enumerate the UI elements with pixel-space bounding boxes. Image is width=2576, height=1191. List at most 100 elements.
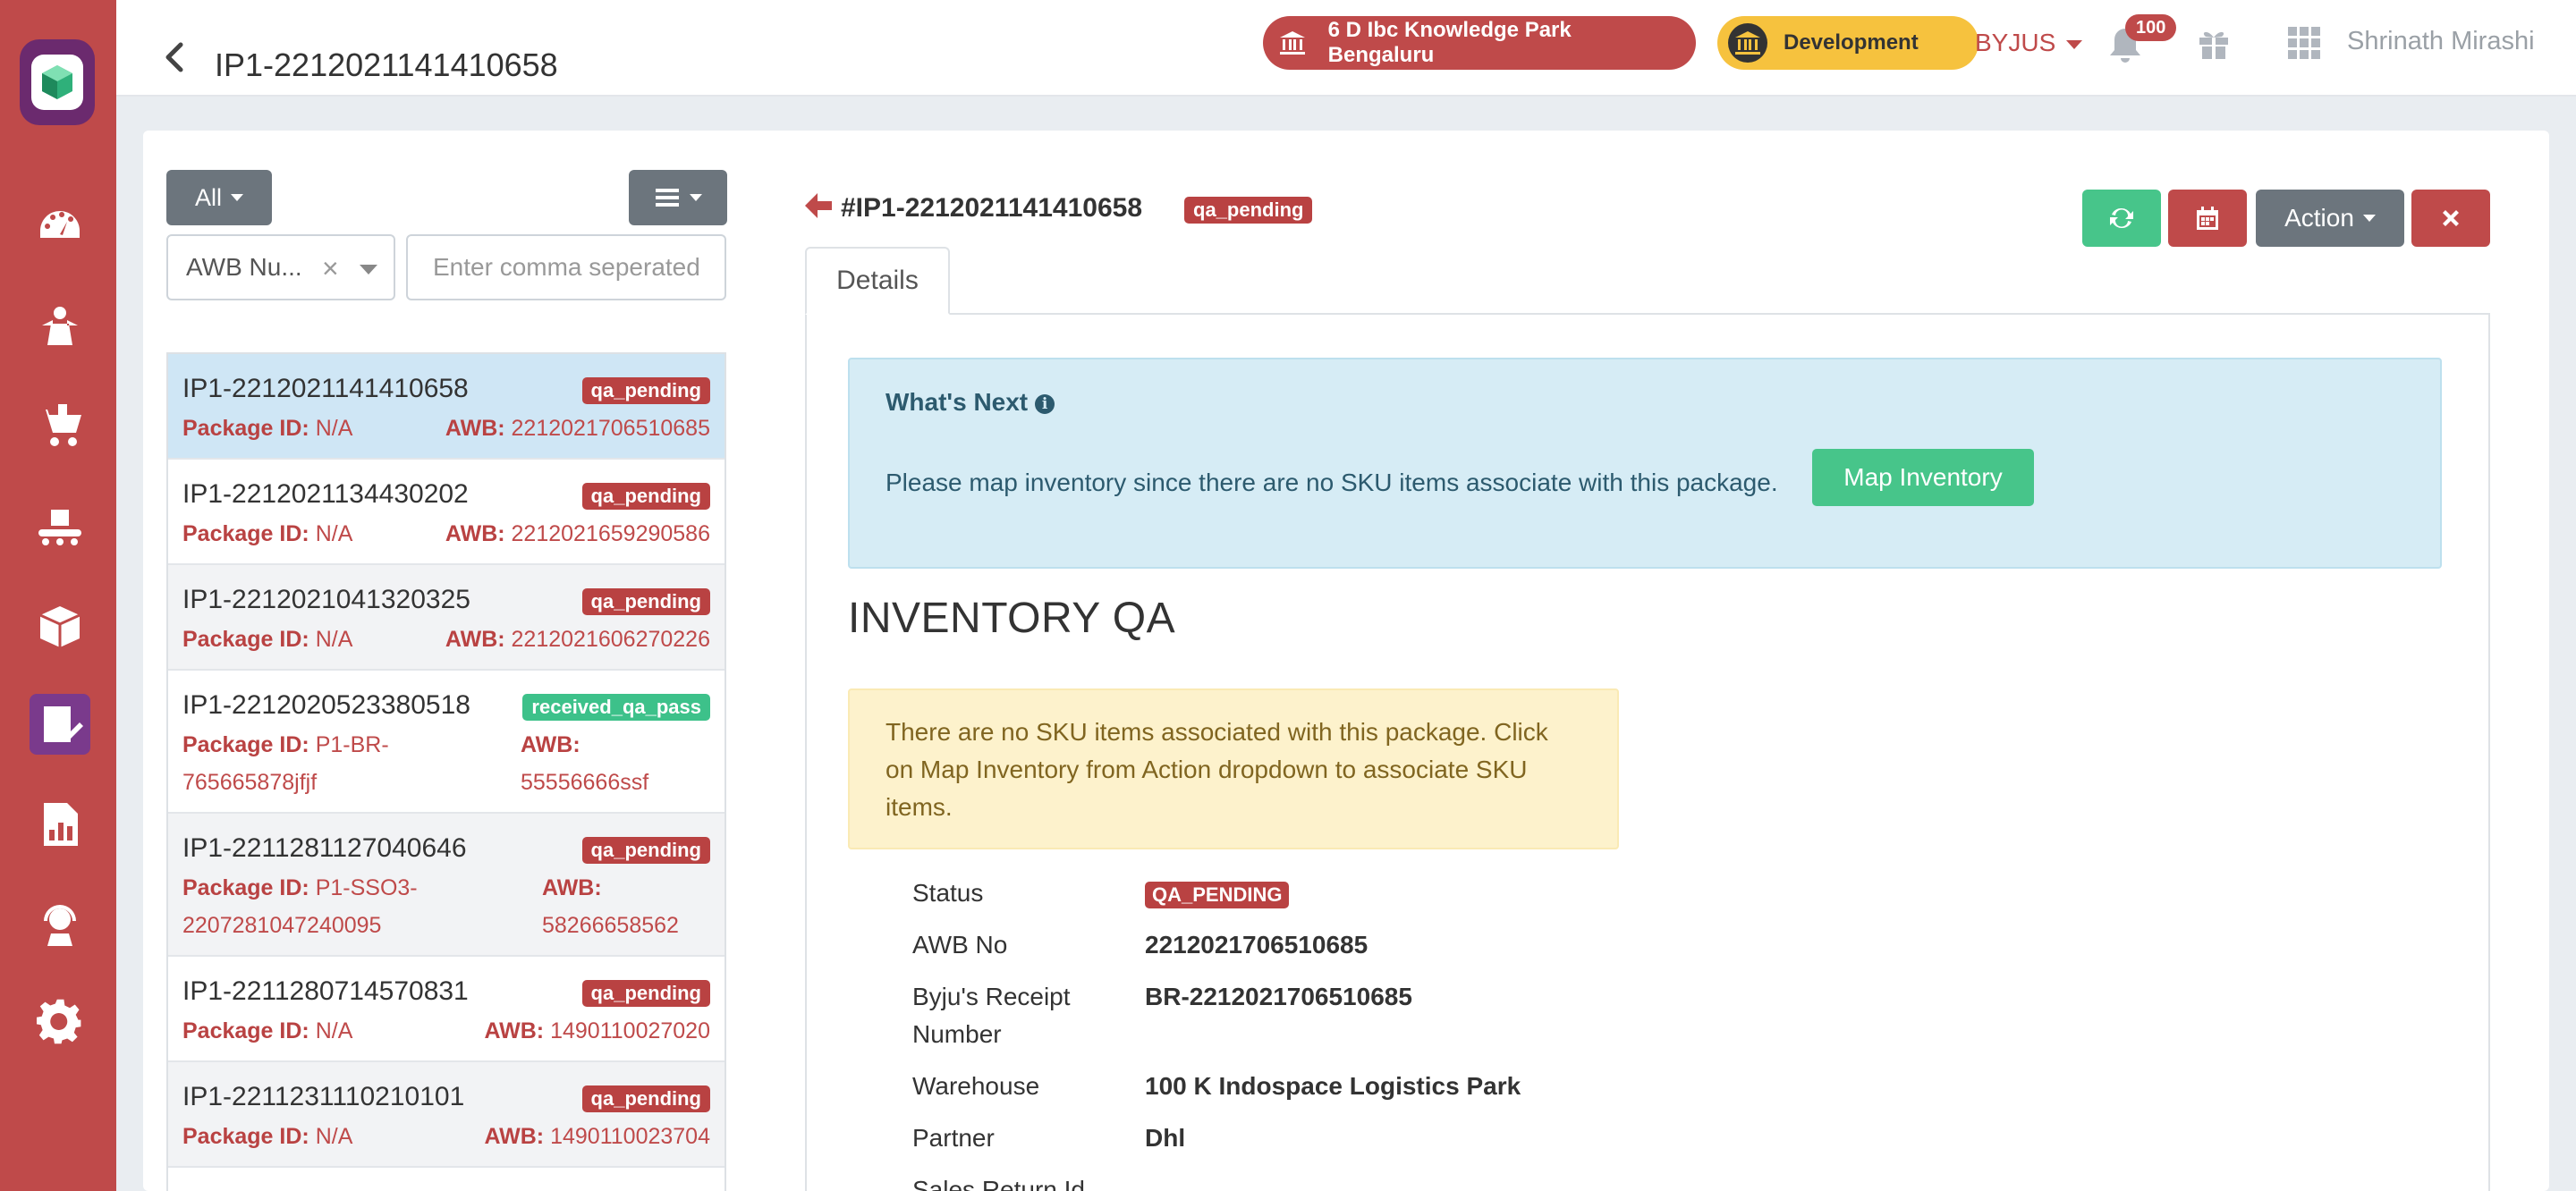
support-icon[interactable]	[30, 894, 90, 955]
partner-value: Dhl	[1145, 1124, 1186, 1152]
list-item[interactable]: IP1-2212021134430202 qa_pending Package …	[168, 460, 724, 565]
warehouse-label: Warehouse	[912, 1072, 1040, 1100]
package-id-label: Package ID:	[182, 1124, 309, 1149]
apps-grid-icon[interactable]	[2286, 25, 2322, 61]
awb-value: 2212021706510685	[511, 416, 710, 441]
whats-next-text: Please map inventory since there are no …	[886, 469, 1778, 496]
package-id-title: IP1-2211281127040646	[182, 833, 467, 863]
status-badge: qa_pending	[1184, 197, 1313, 224]
package-id-label: Package ID:	[182, 732, 309, 757]
status-badge: qa_pending	[581, 1085, 710, 1112]
receipt-label-cont: Number	[912, 1020, 1002, 1048]
dashboard-icon[interactable]	[30, 197, 90, 258]
chevron-down-icon	[231, 194, 243, 201]
tab-bar	[805, 313, 2490, 315]
chevron-down-icon	[2066, 39, 2083, 49]
list-item[interactable]: IP1-2212020523380518 received_qa_pass Pa…	[168, 671, 724, 814]
package-id-label: Package ID:	[182, 416, 309, 441]
status-badge: qa_pending	[581, 588, 710, 615]
awb-value: 55556666ssf	[521, 770, 649, 795]
package-id-title: IP1-2212021141410658	[182, 374, 469, 403]
warehouse-icon	[1274, 23, 1312, 63]
filter-all-dropdown[interactable]: All	[166, 170, 272, 225]
list-menu-dropdown[interactable]	[629, 170, 727, 225]
list-item[interactable]: IP1-2211280714570831 qa_pending Package …	[168, 957, 724, 1062]
awb-value: 2212021659290586	[511, 521, 710, 546]
package-id-value: N/A	[315, 1018, 353, 1043]
filter-all-label: All	[194, 183, 222, 211]
package-id-label: Package ID:	[182, 627, 309, 652]
back-arrow-icon[interactable]	[803, 191, 834, 220]
status-badge: qa_pending	[581, 483, 710, 510]
awb-label: AWB:	[484, 1018, 545, 1043]
back-chevron-icon[interactable]	[161, 41, 188, 80]
awb-label: AWB:	[521, 732, 580, 757]
chevron-down-icon	[2362, 215, 2376, 222]
package-id-title: IP1-2211231110210101	[182, 1082, 465, 1111]
location-pill[interactable]: 6 D Ibc Knowledge Park Bengaluru	[1263, 16, 1696, 70]
awb-label: AWB:	[484, 1124, 545, 1149]
awb-value: 58266658562	[542, 913, 679, 938]
tab-details[interactable]: Details	[805, 247, 950, 315]
whats-next-title: What's Next i	[886, 388, 1055, 417]
settings-icon[interactable]	[30, 992, 90, 1053]
user-name[interactable]: Shrinath Mirashi	[2347, 27, 2535, 56]
calendar-button[interactable]	[2168, 190, 2247, 247]
package-id-value-cont: 2207281047240095	[182, 913, 382, 938]
package-icon[interactable]	[30, 596, 90, 656]
status-badge: qa_pending	[581, 837, 710, 864]
package-id-label: Package ID:	[182, 875, 309, 900]
status-value-badge: QA_PENDING	[1145, 882, 1290, 908]
close-button[interactable]	[2411, 190, 2490, 247]
refresh-icon	[2110, 207, 2133, 229]
list-item[interactable]: IP1-2212021041320325 qa_pending Package …	[168, 565, 724, 671]
package-id-title: IP1-2212021041320325	[182, 585, 470, 614]
receipt-value: BR-2212021706510685	[1145, 983, 1412, 1010]
list-item[interactable]: IP1-2212021141410658 qa_pending Package …	[168, 354, 724, 460]
reports-icon[interactable]	[30, 794, 90, 855]
gift-icon[interactable]	[2197, 25, 2231, 61]
org-dropdown[interactable]: BYJUS	[1975, 29, 2083, 57]
warehouse-icon	[1728, 23, 1767, 63]
clear-icon[interactable]: ×	[322, 252, 339, 285]
refresh-button[interactable]	[2082, 190, 2161, 247]
chevron-down-icon[interactable]	[360, 265, 377, 275]
no-sku-warning: There are no SKU items associated with t…	[848, 688, 1619, 849]
app-logo[interactable]	[20, 39, 95, 125]
search-input[interactable]: Enter comma seperated	[406, 234, 726, 300]
main-card: All AWB Nu... × Enter comma seperated IP…	[143, 131, 2549, 1191]
cart-icon[interactable]	[30, 395, 90, 456]
action-label: Action	[2284, 204, 2354, 232]
qa-icon[interactable]	[30, 694, 90, 755]
package-id-value: N/A	[315, 627, 353, 652]
status-badge: qa_pending	[581, 980, 710, 1007]
environment-pill[interactable]: Development	[1717, 16, 1979, 70]
package-id-value: N/A	[315, 521, 353, 546]
sales-return-label: Sales Return Id	[912, 1176, 1085, 1191]
package-id-label: Package ID:	[182, 1018, 309, 1043]
conveyor-icon[interactable]	[30, 497, 90, 558]
hamburger-icon	[656, 189, 679, 207]
awb-value: 1490110027020	[550, 1018, 710, 1043]
partner-label: Partner	[912, 1124, 995, 1152]
sidebar	[0, 0, 116, 1191]
awb-value: 2212021606270226	[511, 627, 710, 652]
package-id-value: P1-BR-	[315, 732, 389, 757]
map-inventory-button[interactable]: Map Inventory	[1812, 449, 2034, 506]
info-icon: i	[1035, 394, 1055, 414]
action-dropdown[interactable]: Action	[2256, 190, 2404, 247]
list-item[interactable]: IP1-2211231110210101 qa_pending Package …	[168, 1062, 724, 1168]
whats-next-alert: What's Next i Please map inventory since …	[848, 358, 2442, 569]
package-id-value: N/A	[315, 416, 353, 441]
package-id-title: IP1-2212021134430202	[182, 479, 469, 509]
inbound-icon[interactable]	[30, 295, 90, 356]
awb-label: AWB:	[445, 416, 505, 441]
search-type-select[interactable]: AWB Nu... ×	[166, 234, 395, 300]
package-id-title: IP1-2211280714570831	[182, 976, 469, 1006]
awb-no-label: AWB No	[912, 931, 1008, 959]
package-id-value-cont: 765665878jfjf	[182, 770, 318, 795]
status-badge: qa_pending	[581, 377, 710, 404]
list-item[interactable]	[168, 1168, 724, 1191]
list-item[interactable]: IP1-2211281127040646 qa_pending Package …	[168, 814, 724, 957]
org-label: BYJUS	[1975, 29, 2056, 56]
